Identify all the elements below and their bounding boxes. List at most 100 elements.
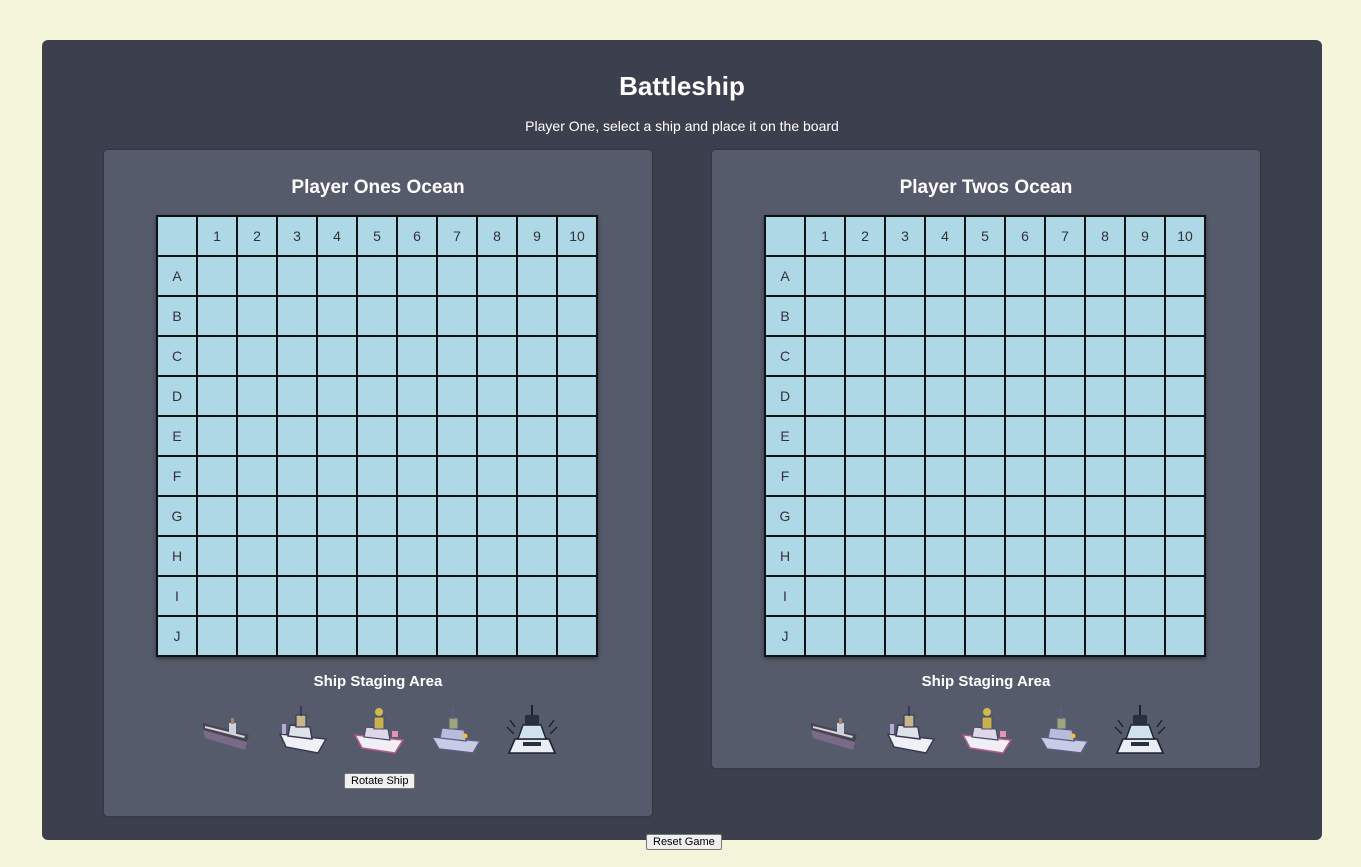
grid-cell[interactable] (356, 455, 398, 497)
grid-cell[interactable] (1124, 255, 1166, 297)
grid-cell[interactable] (1164, 615, 1206, 657)
grid-cell[interactable] (964, 575, 1006, 617)
grid-cell[interactable] (804, 415, 846, 457)
grid-cell[interactable] (924, 415, 966, 457)
grid-cell[interactable] (844, 415, 886, 457)
grid-cell[interactable] (964, 335, 1006, 377)
grid-cell[interactable] (924, 575, 966, 617)
grid-cell[interactable] (1084, 295, 1126, 337)
grid-cell[interactable] (316, 455, 358, 497)
grid-cell[interactable] (804, 535, 846, 577)
grid-cell[interactable] (884, 295, 926, 337)
grid-cell[interactable] (1084, 415, 1126, 457)
grid-cell[interactable] (1164, 295, 1206, 337)
grid-cell[interactable] (1004, 575, 1046, 617)
grid-cell[interactable] (964, 615, 1006, 657)
grid-cell[interactable] (476, 295, 518, 337)
grid-cell[interactable] (236, 535, 278, 577)
grid-cell[interactable] (1164, 495, 1206, 537)
grid-cell[interactable] (436, 375, 478, 417)
grid-cell[interactable] (1124, 615, 1166, 657)
grid-cell[interactable] (196, 495, 238, 537)
grid-cell[interactable] (476, 415, 518, 457)
grid-cell[interactable] (516, 375, 558, 417)
grid-cell[interactable] (1084, 455, 1126, 497)
battleship-icon[interactable] (884, 703, 938, 757)
grid-cell[interactable] (396, 575, 438, 617)
grid-cell[interactable] (276, 295, 318, 337)
grid-cell[interactable] (556, 455, 598, 497)
grid-cell[interactable] (556, 575, 598, 617)
grid-cell[interactable] (396, 335, 438, 377)
grid-cell[interactable] (964, 495, 1006, 537)
grid-cell[interactable] (844, 455, 886, 497)
grid-cell[interactable] (556, 335, 598, 377)
grid-cell[interactable] (436, 615, 478, 657)
grid-cell[interactable] (964, 295, 1006, 337)
grid-cell[interactable] (476, 535, 518, 577)
grid-cell[interactable] (884, 615, 926, 657)
grid-cell[interactable] (476, 255, 518, 297)
grid-cell[interactable] (196, 455, 238, 497)
grid-cell[interactable] (1044, 575, 1086, 617)
grid-cell[interactable] (516, 255, 558, 297)
grid-cell[interactable] (924, 455, 966, 497)
grid-cell[interactable] (1084, 335, 1126, 377)
rotate-ship-button[interactable]: Rotate Ship (344, 773, 416, 789)
grid-cell[interactable] (436, 335, 478, 377)
grid-cell[interactable] (516, 335, 558, 377)
grid-cell[interactable] (884, 495, 926, 537)
grid-cell[interactable] (316, 615, 358, 657)
grid-cell[interactable] (516, 455, 558, 497)
grid-cell[interactable] (436, 415, 478, 457)
grid-cell[interactable] (556, 255, 598, 297)
grid-cell[interactable] (356, 615, 398, 657)
grid-cell[interactable] (804, 455, 846, 497)
grid-cell[interactable] (316, 495, 358, 537)
grid-cell[interactable] (1124, 335, 1166, 377)
grid-cell[interactable] (556, 415, 598, 457)
grid-cell[interactable] (1044, 415, 1086, 457)
grid-cell[interactable] (476, 495, 518, 537)
grid-cell[interactable] (436, 255, 478, 297)
grid-cell[interactable] (436, 295, 478, 337)
grid-cell[interactable] (236, 455, 278, 497)
grid-cell[interactable] (276, 455, 318, 497)
grid-cell[interactable] (1044, 495, 1086, 537)
grid-cell[interactable] (1084, 375, 1126, 417)
grid-cell[interactable] (924, 535, 966, 577)
grid-cell[interactable] (964, 535, 1006, 577)
cruiser-icon[interactable] (960, 703, 1014, 757)
grid-cell[interactable] (1004, 615, 1046, 657)
grid-cell[interactable] (476, 375, 518, 417)
grid-cell[interactable] (556, 295, 598, 337)
grid-cell[interactable] (396, 415, 438, 457)
grid-cell[interactable] (516, 295, 558, 337)
grid-cell[interactable] (844, 255, 886, 297)
grid-cell[interactable] (1164, 375, 1206, 417)
grid-cell[interactable] (276, 495, 318, 537)
grid-cell[interactable] (276, 255, 318, 297)
grid-cell[interactable] (276, 575, 318, 617)
grid-cell[interactable] (884, 455, 926, 497)
destroyer-icon[interactable] (1113, 703, 1167, 757)
grid-cell[interactable] (884, 415, 926, 457)
grid-cell[interactable] (276, 535, 318, 577)
grid-cell[interactable] (516, 575, 558, 617)
grid-cell[interactable] (356, 375, 398, 417)
grid-cell[interactable] (196, 295, 238, 337)
grid-cell[interactable] (556, 495, 598, 537)
grid-cell[interactable] (236, 415, 278, 457)
grid-cell[interactable] (276, 335, 318, 377)
grid-cell[interactable] (516, 535, 558, 577)
grid-cell[interactable] (844, 575, 886, 617)
grid-cell[interactable] (356, 295, 398, 337)
carrier-icon[interactable] (807, 703, 861, 757)
grid-cell[interactable] (556, 375, 598, 417)
grid-cell[interactable] (396, 375, 438, 417)
grid-cell[interactable] (1084, 495, 1126, 537)
grid-cell[interactable] (804, 255, 846, 297)
grid-cell[interactable] (1164, 335, 1206, 377)
grid-cell[interactable] (924, 495, 966, 537)
grid-cell[interactable] (436, 535, 478, 577)
